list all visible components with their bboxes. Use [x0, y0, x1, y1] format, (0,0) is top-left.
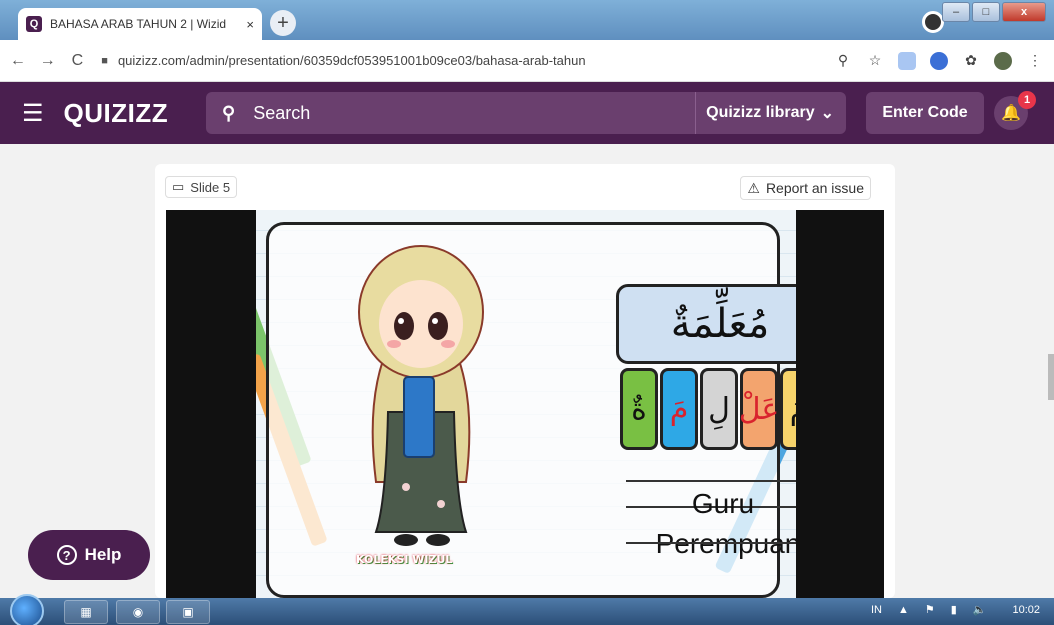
browser-profile-icon[interactable]: [922, 11, 944, 33]
quizizz-header: ☰ QUIZIZZ ⚲ Quizizz library ⌄ Enter Code…: [0, 82, 1054, 144]
syllable-tile: ةٌ: [620, 368, 658, 450]
network-icon[interactable]: ▮: [951, 603, 957, 616]
volume-icon[interactable]: 🔈: [973, 603, 987, 616]
taskbar-app-window[interactable]: ▣: [166, 600, 210, 624]
help-button[interactable]: ? Help: [28, 530, 150, 580]
menu-dots-icon[interactable]: ⋮: [1026, 52, 1044, 70]
meaning-perempuan: Perempuan: [655, 528, 796, 559]
brand-watermark: KOLEKSI WIZUL: [356, 553, 453, 566]
zoom-icon[interactable]: ⚲: [834, 52, 852, 70]
help-label: Help: [84, 545, 122, 564]
page-icon[interactable]: [898, 51, 916, 70]
arabic-word: مُعَلِّمَةٌ: [616, 284, 796, 364]
slide-number: Slide 5: [190, 179, 231, 195]
search-bar: ⚲ Quizizz library ⌄: [206, 92, 846, 134]
slide-image: KOLEKSI WIZUL مُعَلِّمَةٌ ةٌمَلِعَلْمُ G…: [256, 210, 796, 598]
syllable-tile: عَلْ: [739, 368, 779, 450]
browser-tab[interactable]: Q BAHASA ARAB TAHUN 2 | Wizid ×: [18, 8, 262, 40]
notification-badge: 1: [1018, 91, 1036, 109]
language-indicator[interactable]: IN: [871, 604, 882, 616]
search-input[interactable]: [253, 102, 654, 124]
report-label: Report an issue: [765, 180, 864, 196]
girl-illustration: [358, 245, 484, 546]
window-controls: – □ x: [942, 2, 1046, 22]
forward-icon[interactable]: →: [36, 52, 60, 70]
syllable-tile: مُ: [780, 368, 796, 450]
syllable-tile: مَ: [660, 368, 698, 450]
library-label: Quizizz library: [706, 104, 815, 121]
writing-line: [626, 480, 796, 482]
maximize-button[interactable]: □: [972, 2, 1000, 22]
syllable-tile: لِ: [700, 368, 738, 450]
question-icon: ?: [56, 545, 77, 565]
taskbar-app-presentation[interactable]: ▦: [64, 600, 108, 624]
syllable-row: ةٌمَلِعَلْمُ: [620, 368, 796, 450]
presentation-icon: ▭: [172, 179, 185, 194]
clock-text[interactable]: 10:02: [1012, 604, 1040, 616]
quizizz-favicon-icon: Q: [26, 16, 42, 32]
flag-icon[interactable]: ⚑: [925, 603, 935, 616]
slide-frame: KOLEKSI WIZUL مُعَلِّمَةٌ ةٌمَلِعَلْمُ G…: [166, 210, 884, 598]
warning-icon: ⚠: [747, 179, 760, 196]
new-tab-button[interactable]: +: [270, 10, 296, 36]
slide-label: ▭ Slide 5: [165, 176, 238, 198]
arrow-up-icon[interactable]: ▲: [898, 604, 909, 616]
puzzle-icon[interactable]: ✿: [962, 52, 980, 70]
profile-icon[interactable]: [994, 51, 1012, 70]
search-icon: ⚲: [222, 102, 236, 123]
slide-card: ▭ Slide 5 ⚠ Report an issue KOLEKSI WIZU…: [155, 164, 895, 598]
close-window-button[interactable]: x: [1002, 2, 1046, 22]
extension-icon[interactable]: [930, 51, 948, 70]
writing-line: [626, 542, 796, 544]
star-icon[interactable]: ☆: [866, 52, 884, 70]
report-issue-button[interactable]: ⚠ Report an issue: [740, 176, 871, 200]
start-button[interactable]: [10, 594, 44, 625]
close-tab-icon[interactable]: ×: [246, 17, 254, 32]
system-tray: IN ▲ ⚑ ▮ 🔈 10:02: [871, 603, 1040, 617]
meaning-guru: Guru: [691, 488, 755, 519]
enter-code-button[interactable]: Enter Code: [866, 92, 984, 134]
taskbar-app-chrome[interactable]: ◉: [116, 600, 160, 624]
scrollbar[interactable]: [1048, 354, 1054, 400]
reload-icon[interactable]: C: [66, 52, 90, 70]
tab-title: BAHASA ARAB TAHUN 2 | Wizid: [50, 17, 227, 31]
quizizz-logo[interactable]: QUIZIZZ: [64, 98, 169, 129]
back-icon[interactable]: ←: [6, 52, 30, 70]
chevron-down-icon: ⌄: [820, 105, 834, 122]
hamburger-menu-icon[interactable]: ☰: [22, 99, 44, 128]
address-bar: ← → C ■ quizizz.com/admin/presentation/6…: [0, 40, 1054, 82]
url-field[interactable]: ■ quizizz.com/admin/presentation/60359dc…: [101, 46, 834, 76]
content-area: ▭ Slide 5 ⚠ Report an issue KOLEKSI WIZU…: [0, 144, 1054, 598]
url-text: quizizz.com/admin/presentation/60359dcf0…: [117, 53, 586, 68]
quizizz-library-dropdown[interactable]: Quizizz library ⌄: [695, 92, 834, 134]
lock-icon: ■: [101, 54, 108, 67]
browser-tab-bar: Q BAHASA ARAB TAHUN 2 | Wizid × + – □ x: [0, 0, 1054, 40]
windows-taskbar: ▦ ◉ ▣ IN ▲ ⚑ ▮ 🔈 10:02: [0, 594, 1054, 625]
minimize-button[interactable]: –: [942, 2, 970, 22]
